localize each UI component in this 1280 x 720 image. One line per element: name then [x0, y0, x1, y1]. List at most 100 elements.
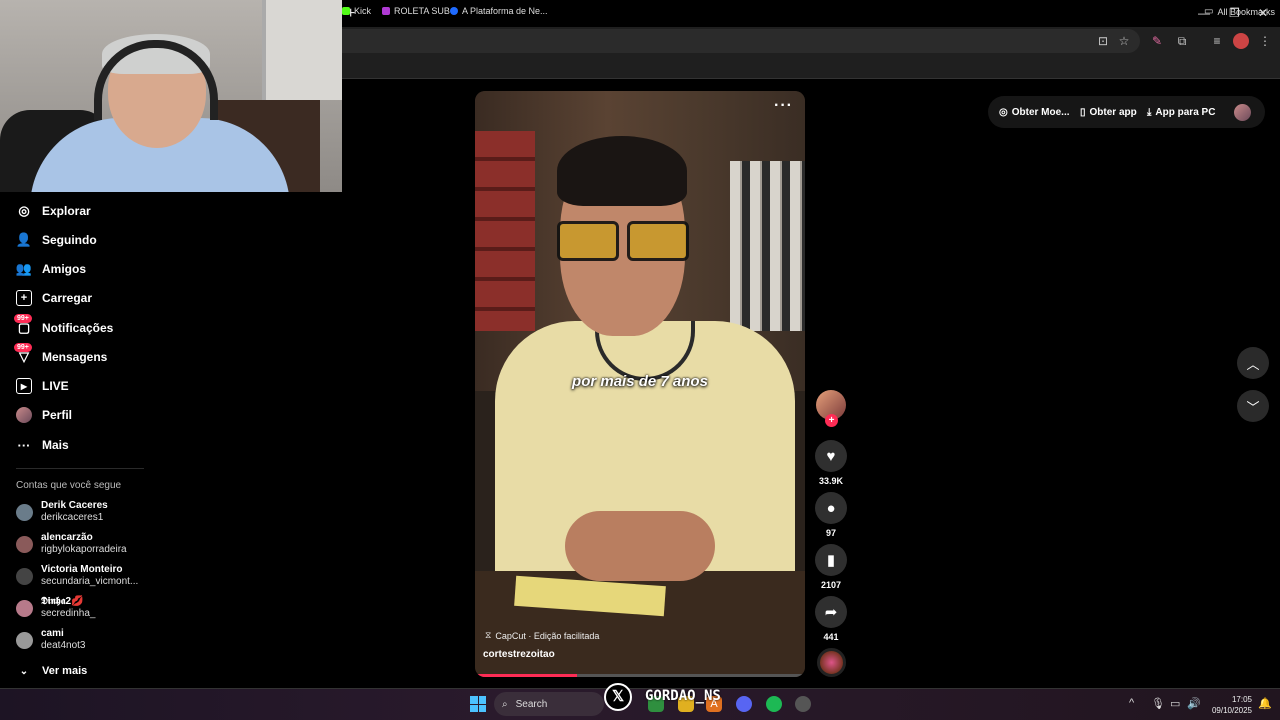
- extensions-puzzle-icon[interactable]: ⧉: [1174, 33, 1190, 49]
- video-books-right: [730, 161, 805, 331]
- account-item[interactable]: cami deat4not3: [16, 628, 86, 652]
- next-video-button[interactable]: ﹀: [1237, 390, 1269, 422]
- avatar: [16, 503, 33, 521]
- messages-icon: ▽ 99+: [14, 343, 32, 365]
- inbox-icon: ▢ 99+: [14, 314, 32, 336]
- tray-chevron-icon[interactable]: ^: [1129, 697, 1134, 709]
- chevron-down-icon: ⌄: [19, 665, 29, 677]
- volume-icon[interactable]: 🔊: [1187, 697, 1201, 710]
- previous-video-button[interactable]: ︿: [1237, 347, 1269, 379]
- clock[interactable]: 17:05 09/10/2025: [1206, 694, 1252, 716]
- comment-icon: ●: [826, 499, 836, 517]
- video-person-hands: [565, 511, 715, 581]
- chevron-up-icon: ︿: [1246, 356, 1260, 372]
- notification-bell-icon[interactable]: 🔔: [1258, 697, 1272, 710]
- extension-pen-icon[interactable]: ✎: [1149, 33, 1165, 49]
- nav-carregar[interactable]: + Carregar: [16, 290, 92, 306]
- nav-explorar[interactable]: ◎ Explorar: [16, 203, 90, 219]
- save-count: 2107: [820, 580, 842, 590]
- lens: [557, 221, 619, 261]
- avatar: [16, 407, 32, 423]
- share-button[interactable]: ➦: [815, 596, 847, 628]
- messages-badge: 99+: [14, 343, 32, 352]
- bookmark-star-icon[interactable]: ☆: [1116, 33, 1132, 49]
- menu-kebab-icon[interactable]: ⋮: [1257, 33, 1273, 49]
- streamer-handle: GORDAO_NS: [645, 688, 721, 704]
- account-item[interactable]: Derik Caceres derikcaceres1: [16, 500, 108, 524]
- toolbar: [342, 27, 1280, 55]
- get-coins-button[interactable]: ◎ Obter Moe...: [999, 107, 1070, 118]
- webcam-overlay: [0, 0, 342, 192]
- bookmark-plataforma[interactable]: A Plataforma de Ne...: [450, 6, 548, 16]
- screen: + — ❐ ✕ ⊡ ☆ ✎ ⧉ ≡ ⋮ Kick ROLETA SUB A Pl…: [0, 0, 1280, 720]
- microphone-icon[interactable]: 🎙: [1151, 697, 1165, 710]
- save-button[interactable]: ▮: [815, 544, 847, 576]
- like-count: 33.9K: [818, 476, 844, 486]
- spotify-icon[interactable]: [766, 696, 782, 712]
- chevron-down-icon: ﹀: [1246, 399, 1260, 415]
- heart-icon: ♥: [826, 447, 836, 465]
- search-icon: ⌕: [502, 698, 508, 710]
- webcam-window: [262, 0, 342, 100]
- capcut-icon: ⧖: [485, 630, 492, 640]
- share-count: 441: [823, 632, 839, 642]
- app-settings-icon[interactable]: [795, 696, 811, 712]
- more-icon: ···: [17, 437, 31, 453]
- like-button[interactable]: ♥: [815, 440, 847, 472]
- upload-icon: +: [16, 290, 32, 306]
- bookmark-kick[interactable]: Kick: [342, 6, 371, 16]
- taskbar: [0, 688, 1280, 720]
- profile-avatar-icon[interactable]: [1233, 33, 1249, 49]
- account-item[interactable]: Victoria Monteiro secundaria_vicmont...: [16, 564, 138, 588]
- nav-seguindo[interactable]: 👤 Seguindo: [16, 232, 97, 248]
- address-bar[interactable]: [342, 29, 1140, 53]
- see-more-button[interactable]: ⌄ Ver mais: [16, 663, 87, 679]
- avatar: [16, 567, 33, 585]
- all-bookmarks[interactable]: ▭ All Bookmarks: [1204, 6, 1275, 17]
- nav-amigos[interactable]: 👥 Amigos: [16, 261, 86, 277]
- following-title: Contas que você segue: [16, 480, 122, 491]
- windows-start-icon[interactable]: [470, 696, 486, 712]
- account-item[interactable]: alencarzão rigbylokaporradeira: [16, 532, 127, 556]
- coin-icon: ◎: [999, 107, 1008, 118]
- media-controls-icon[interactable]: ≡: [1209, 33, 1225, 49]
- nav-mensagens[interactable]: ▽ 99+ Mensagens: [14, 343, 107, 365]
- video-player[interactable]: por mais de 7 anos ··· ⧖ CapCut · Edição…: [475, 91, 805, 677]
- follow-plus-icon[interactable]: +: [825, 414, 838, 427]
- bookmarks-bar: [342, 55, 1280, 79]
- music-disc-icon[interactable]: [817, 648, 846, 677]
- kick-icon: [342, 7, 350, 15]
- comment-button[interactable]: ●: [815, 492, 847, 524]
- capcut-tag[interactable]: ⧖ CapCut · Edição facilitada: [485, 630, 599, 641]
- plataforma-icon: [450, 7, 458, 15]
- x-logo-icon: 𝕏: [604, 683, 632, 711]
- notification-badge: 99+: [14, 314, 32, 323]
- network-icon[interactable]: ▭: [1170, 697, 1180, 710]
- lens: [627, 221, 689, 261]
- bookmark-icon: ▮: [826, 552, 836, 569]
- get-app-button[interactable]: ▯ Obter app: [1080, 107, 1137, 118]
- nav-divider: [16, 468, 144, 469]
- nav-perfil[interactable]: Perfil: [16, 407, 72, 423]
- video-author[interactable]: cortestrezoitao: [483, 649, 555, 660]
- install-app-icon[interactable]: ⊡: [1095, 33, 1111, 49]
- nav-mais[interactable]: ··· Mais: [16, 437, 69, 453]
- nav-live[interactable]: ▶ LIVE: [16, 378, 69, 394]
- comment-count: 97: [825, 528, 836, 538]
- video-progress-fill: [475, 674, 578, 677]
- taskbar-search[interactable]: ⌕ Search: [494, 692, 604, 716]
- video-more-button[interactable]: ···: [774, 97, 793, 115]
- bookmark-roleta-sub[interactable]: ROLETA SUB: [382, 6, 450, 16]
- video-caption: por mais de 7 anos: [572, 373, 708, 390]
- roleta-icon: [382, 7, 390, 15]
- avatar: [16, 631, 33, 649]
- video-progress-bar[interactable]: [475, 674, 805, 677]
- avatar: [16, 535, 33, 553]
- pc-app-button[interactable]: ⤓ App para PC: [1147, 107, 1215, 118]
- discord-icon[interactable]: [736, 696, 752, 712]
- video-books-left: [475, 131, 535, 331]
- avatar[interactable]: [1234, 104, 1251, 121]
- folder-icon: ▭: [1204, 6, 1214, 17]
- account-item[interactable]: 𝕯𝖎𝖓𝖍𝖆2💋 secredinha_: [16, 596, 95, 620]
- nav-notificacoes[interactable]: ▢ 99+ Notificações: [14, 314, 113, 336]
